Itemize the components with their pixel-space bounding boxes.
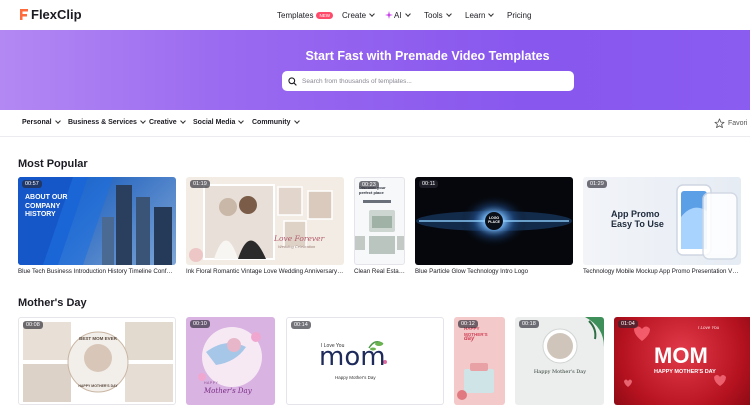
template-card[interactable]: ABOUT OUR COMPANY HISTORY 00:57: [18, 177, 176, 265]
chevron-down-icon: [369, 10, 375, 17]
template-card[interactable]: LOGO PLACE 00:11: [415, 177, 573, 265]
template-caption[interactable]: Clean Real Estat…: [354, 268, 406, 275]
template-caption[interactable]: Technology Mobile Mockup App Promo Prese…: [583, 268, 741, 275]
template-thumbnail: [542, 317, 604, 364]
thumbnail-text: PLACE: [488, 220, 500, 224]
chevron-down-icon: [140, 118, 146, 124]
thumbnail-text: HAPPY MOTHER'S DAY: [78, 384, 118, 388]
duration-badge: 00:11: [419, 180, 439, 188]
category-label: Personal: [22, 119, 52, 126]
nav-tools-label: Tools: [424, 10, 443, 20]
category-community[interactable]: Community: [252, 118, 300, 126]
template-card[interactable]: BEST MOM EVER HAPPY MOTHER'S DAY 00:08: [18, 317, 176, 405]
template-thumbnail: [23, 322, 173, 402]
category-bar: Personal Business & Services Creative So…: [0, 110, 750, 137]
star-icon: [714, 118, 725, 129]
section-title-most-popular: Most Popular: [18, 158, 88, 170]
chevron-down-icon: [54, 118, 61, 124]
category-creative[interactable]: Creative: [149, 118, 186, 126]
chevron-down-icon: [293, 118, 300, 124]
nav-ai[interactable]: AI: [385, 0, 411, 30]
thumbnail-text: perfect place: [359, 190, 384, 195]
thumbnail-text: ABOUT OUR: [25, 194, 68, 201]
thumbnail-text: MOM: [654, 343, 708, 368]
nav-create[interactable]: Create: [342, 0, 375, 30]
favorites-button[interactable]: Favori: [714, 118, 747, 129]
category-business-services[interactable]: Business & Services: [68, 118, 146, 126]
sparkle-icon: [385, 11, 393, 19]
thumbnail-text: BEST MOM EVER: [79, 336, 117, 341]
hero-title: Start Fast with Premade Video Templates: [305, 49, 550, 63]
template-thumbnail: [189, 184, 333, 262]
category-social-media[interactable]: Social Media: [193, 118, 245, 126]
hero-banner: Start Fast with Premade Video Templates: [0, 30, 750, 110]
chevron-down-icon: [238, 118, 245, 124]
template-card[interactable]: Happy Mother's Day 00:18: [515, 317, 604, 405]
chevron-down-icon: [179, 118, 186, 124]
chevron-down-icon: [488, 10, 495, 17]
template-card[interactable]: Love Forever Wedding Celebration 01:19: [186, 177, 344, 265]
duration-badge: 00:14: [291, 321, 311, 329]
flexclip-logo-icon: [18, 8, 30, 21]
thumbnail-text: Happy Mother's Day: [335, 375, 376, 380]
duration-badge: 01:29: [587, 180, 607, 188]
duration-badge: 00:23: [359, 181, 379, 189]
nav-tools[interactable]: Tools: [424, 0, 452, 30]
thumbnail-text: Happy Mother's Day: [533, 369, 587, 375]
top-navigation: FlexClip Templates NEW Create AI Tools L…: [0, 0, 750, 30]
nav-learn-label: Learn: [465, 10, 486, 20]
thumbnail-text: COMPANY: [25, 202, 61, 210]
duration-badge: 01:04: [618, 320, 638, 328]
category-label: Social Media: [193, 119, 236, 126]
thumbnail-text: Love Forever: [274, 234, 325, 243]
duration-badge: 00:57: [22, 180, 42, 188]
template-card[interactable]: Discover your perfect place 00:23: [354, 177, 405, 265]
search-box[interactable]: [282, 71, 574, 91]
nav-templates-label: Templates: [277, 10, 314, 20]
search-icon: [288, 76, 297, 86]
chevron-down-icon: [404, 10, 411, 17]
category-label: Creative: [149, 119, 177, 126]
duration-badge: 00:08: [23, 321, 43, 329]
template-caption[interactable]: Ink Floral Romantic Vintage Love Wedding…: [186, 268, 344, 275]
template-card[interactable]: HAPPY Mother's Day 00:10: [186, 317, 275, 405]
thumbnail-text: Wedding Celebration: [278, 244, 316, 249]
template-thumbnail: [18, 177, 172, 265]
template-caption[interactable]: Blue Particle Glow Technology Intro Logo: [415, 268, 573, 275]
thumbnail-text: Mother's Day: [204, 387, 252, 395]
nav-learn[interactable]: Learn: [465, 0, 495, 30]
duration-badge: 00:10: [190, 320, 210, 328]
thumbnail-text: HAPPY MOTHER'S DAY: [654, 369, 716, 375]
thumbnail-text: HISTORY: [25, 211, 56, 218]
brand-name: FlexClip: [31, 7, 82, 22]
thumbnail-text: HAPPY: [204, 381, 219, 385]
thumbnail-text: mom: [319, 342, 386, 372]
category-label: Community: [252, 119, 291, 126]
duration-badge: 01:19: [190, 180, 210, 188]
template-card[interactable]: HAPPY MOTHER'S day 00:12: [454, 317, 505, 405]
template-caption[interactable]: Blue Tech Business Introduction History …: [18, 268, 176, 275]
nav-pricing-label: Pricing: [507, 10, 532, 20]
nav-templates[interactable]: Templates NEW: [277, 0, 333, 30]
thumbnail-text: I Love You: [698, 325, 720, 330]
duration-badge: 00:18: [519, 320, 539, 328]
category-label: Business & Services: [68, 119, 137, 126]
nav-pricing[interactable]: Pricing: [507, 0, 531, 30]
nav-create-label: Create: [342, 10, 367, 20]
chevron-down-icon: [445, 10, 452, 17]
search-input[interactable]: [302, 77, 562, 85]
flexclip-logo[interactable]: FlexClip: [18, 7, 82, 22]
thumbnail-text: day: [464, 336, 475, 342]
template-card[interactable]: I Love You MOM HAPPY MOTHER'S DAY 01:04: [614, 317, 750, 405]
new-badge: NEW: [316, 11, 333, 19]
thumbnail-text: Easy To Use: [611, 219, 664, 229]
category-personal[interactable]: Personal: [22, 118, 61, 126]
thumbnail-text: App Promo: [611, 209, 660, 219]
duration-badge: 00:12: [458, 320, 478, 328]
favorites-label: Favori: [728, 120, 748, 127]
section-title-mothers-day: Mother's Day: [18, 297, 87, 309]
nav-ai-label: AI: [394, 10, 402, 20]
template-card[interactable]: App Promo Easy To Use 01:29: [583, 177, 741, 265]
template-card[interactable]: I Love You mom Happy Mother's Day 00:14: [286, 317, 444, 405]
